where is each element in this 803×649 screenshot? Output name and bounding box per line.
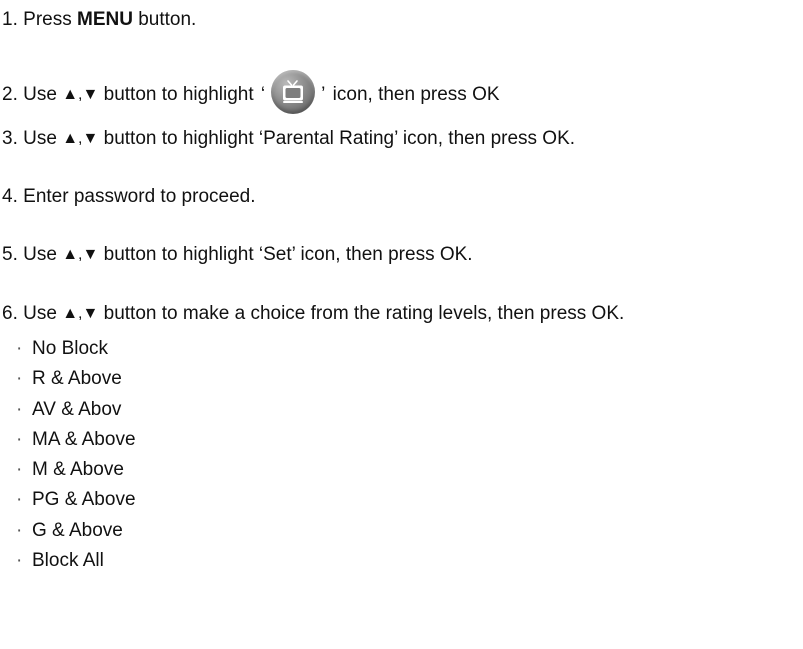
up-down-arrows: ▲,▼ xyxy=(62,86,99,104)
step-6-text-before: Use xyxy=(23,303,57,324)
bullet: · xyxy=(16,398,23,420)
up-down-arrows: ▲,▼ xyxy=(62,305,99,322)
step-2: 2. Use ▲,▼ button to highlight ‘ ’ icon,… xyxy=(2,70,500,114)
step-1: 1. Press MENU button. xyxy=(2,9,196,31)
step-6-text-after: button to make a choice from the rating … xyxy=(103,303,625,324)
step-4: 4. Enter password to proceed. xyxy=(2,186,256,208)
step-4-text: Enter password to proceed. xyxy=(23,186,256,207)
step-5-text-after: button to highlight ‘Set’ icon, then pre… xyxy=(103,244,473,265)
step-5-number: 5. xyxy=(2,244,18,265)
open-quote: ‘ xyxy=(260,84,266,106)
step-2-text-after: icon, then press OK xyxy=(332,84,500,106)
step-6: 6. Use ▲,▼ button to make a choice from … xyxy=(2,303,624,325)
tv-menu-icon xyxy=(271,70,316,114)
rating-levels-list: · No Block · R & Above · AV & Abov · MA & Ab… xyxy=(16,335,136,577)
step-2-text-middle: button to highlight xyxy=(103,84,254,106)
list-item: · M & Above xyxy=(16,456,136,486)
rating-level-label: MA & Above xyxy=(32,428,136,450)
step-5-text-before: Use xyxy=(23,244,57,265)
step-4-number: 4. xyxy=(2,186,18,207)
step-3-text-before: Use xyxy=(23,128,57,149)
bullet: · xyxy=(16,519,23,541)
rating-level-label: M & Above xyxy=(32,459,124,481)
rating-level-label: PG & Above xyxy=(32,489,136,511)
step-1-number: 1. xyxy=(2,9,18,30)
step-3-text-after: button to highlight ‘Parental Rating’ ic… xyxy=(103,128,576,149)
list-item: · AV & Abov xyxy=(16,396,136,426)
up-down-arrows: ▲,▼ xyxy=(62,130,99,147)
list-item: · Block All xyxy=(16,547,136,577)
up-down-arrows: ▲,▼ xyxy=(62,246,99,263)
instruction-document: 1. Press MENU button. 2. Use ▲,▼ button … xyxy=(0,0,803,649)
bullet: · xyxy=(16,338,23,359)
list-item: · R & Above xyxy=(16,365,136,395)
step-2-number: 2. xyxy=(2,84,18,106)
list-item: · No Block xyxy=(16,335,136,365)
step-2-text-before: Use xyxy=(23,84,57,106)
step-3: 3. Use ▲,▼ button to highlight ‘Parental… xyxy=(2,128,575,150)
rating-level-label: Block All xyxy=(32,550,104,572)
step-5: 5. Use ▲,▼ button to highlight ‘Set’ ico… xyxy=(2,244,473,266)
bullet: · xyxy=(16,428,23,450)
step-3-number: 3. xyxy=(2,128,18,149)
rating-level-label: AV & Abov xyxy=(32,398,122,420)
bullet: · xyxy=(16,368,23,390)
step-6-number: 6. xyxy=(2,303,18,324)
step-1-text-before: Press xyxy=(23,9,72,30)
list-item: · G & Above xyxy=(16,517,136,547)
bullet: · xyxy=(16,550,23,572)
rating-level-label: No Block xyxy=(32,338,109,359)
step-1-text-after: button. xyxy=(138,9,197,30)
close-quote: ’ xyxy=(321,84,326,106)
rating-level-label: R & Above xyxy=(32,368,122,390)
menu-button-label: MENU xyxy=(77,9,133,30)
bullet: · xyxy=(16,489,23,511)
rating-level-label: G & Above xyxy=(32,519,123,541)
list-item: · PG & Above xyxy=(16,486,136,516)
bullet: · xyxy=(16,459,23,481)
list-item: · MA & Above xyxy=(16,426,136,456)
